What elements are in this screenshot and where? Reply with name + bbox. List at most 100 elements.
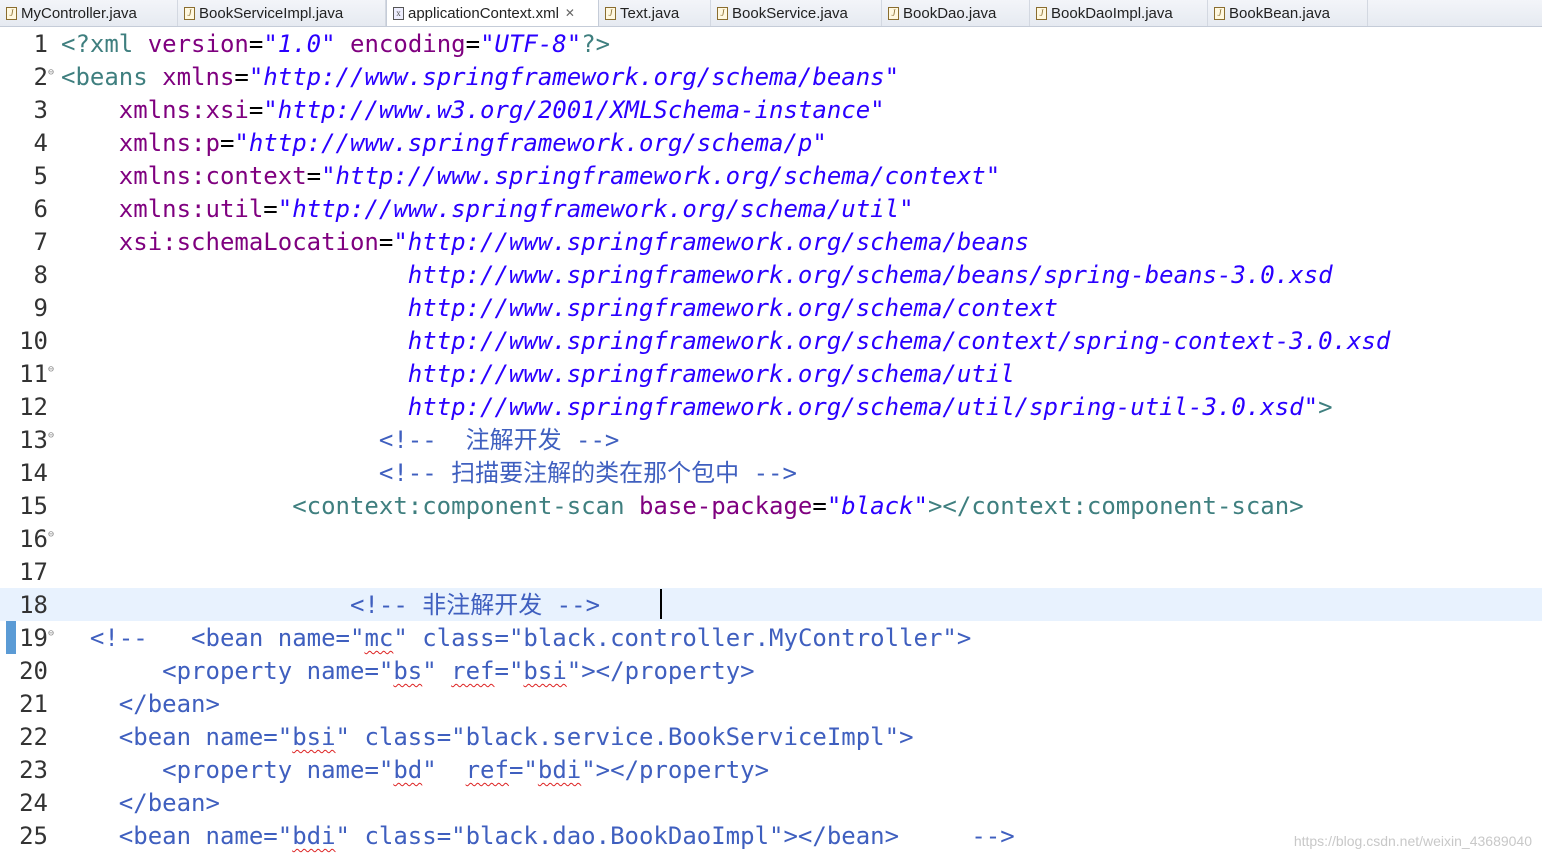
code-line[interactable]: 1 <?xml version="1.0" encoding="UTF-8"?> (0, 27, 1542, 60)
code-token: =" (494, 657, 524, 685)
code-token: bdi (537, 756, 582, 784)
code-line[interactable]: 3 xmlns:xsi="http://www.w3.org/2001/XMLS… (0, 93, 1542, 126)
tab-bookserviceimpl-java[interactable]: J BookServiceImpl.java (178, 0, 386, 26)
code-token: " (422, 657, 452, 685)
code-line[interactable]: 5 xmlns:context="http://www.springframew… (0, 159, 1542, 192)
code-token: = (812, 492, 827, 520)
code-line[interactable]: 13 ⊖ <!-- 注解开发 --> (0, 423, 1542, 456)
code-token: <!-- 非注解开发 --> (349, 591, 601, 619)
code-token: ></context:component-scan> (927, 492, 1304, 520)
code-line[interactable]: 2 ⊖ <beans xmlns="http://www.springframewo… (0, 60, 1542, 93)
tab-bookdaoimpl-java[interactable]: J BookDaoImpl.java (1030, 0, 1208, 26)
fold-toggle-icon[interactable]: ⊖ (48, 430, 54, 441)
code-token: <context:component-scan (292, 492, 639, 520)
code-text: xmlns:xsi="http://www.w3.org/2001/XMLSch… (61, 95, 885, 125)
code-token: </bean> (118, 789, 220, 817)
code-token: <!-- 注解开发 --> (378, 426, 620, 454)
code-text: <beans xmlns="http://www.springframework… (61, 62, 899, 92)
code-line[interactable]: 23 <property name="bd" ref="bdi"></prope… (0, 753, 1542, 786)
code-token: xsi:schemaLocation (118, 228, 379, 256)
code-token: = (248, 96, 264, 124)
tab-bookdao-java[interactable]: J BookDao.java (882, 0, 1030, 26)
tab-applicationcontext-xml[interactable]: x applicationContext.xml ✕ (386, 0, 599, 26)
line-number: 14 (19, 459, 48, 487)
code-line[interactable]: 19 ⊖ <!-- <bean name="mc" class="black.co… (0, 621, 1542, 654)
line-number: 20 (19, 657, 48, 685)
tab-label: BookServiceImpl.java (199, 4, 344, 22)
code-token: ?> (581, 30, 611, 58)
code-token: xmlns (162, 63, 235, 91)
code-line[interactable]: 21 </bean> (0, 687, 1542, 720)
code-line[interactable]: 4 xmlns:p="http://www.springframework.or… (0, 126, 1542, 159)
code-line[interactable]: 18 <!-- 非注解开发 --> (0, 588, 1542, 621)
code-line[interactable]: 14 <!-- 扫描要注解的类在那个包中 --> (0, 456, 1542, 489)
code-token: "http://www.springframework.org/schema/p… (234, 129, 827, 157)
fold-toggle-icon[interactable]: ⊖ (48, 529, 54, 540)
code-token: http://www.springframework.org/schema/co… (407, 327, 1391, 355)
close-tab-icon[interactable]: ✕ (565, 6, 575, 20)
java-file-icon: J (888, 6, 899, 20)
line-number: 15 (19, 492, 48, 520)
code-line[interactable]: 22 <bean name="bsi" class="black.service… (0, 720, 1542, 753)
code-line[interactable]: 12 http://www.springframework.org/schema… (0, 390, 1542, 423)
code-token: "http://www.springframework.org/schema/b… (248, 63, 900, 91)
code-text: </bean> (61, 788, 220, 818)
code-token: <bean name=" (118, 822, 293, 850)
code-token: bs (393, 657, 423, 685)
fold-toggle-icon[interactable]: ⊖ (48, 628, 54, 639)
line-number: 23 (19, 756, 48, 784)
code-token: = (234, 63, 249, 91)
fold-toggle-icon[interactable]: ⊖ (48, 364, 54, 375)
code-line[interactable]: 16 ⊖ (0, 522, 1542, 555)
code-token: "1.0" (263, 30, 336, 58)
tab-label: BookDaoImpl.java (1051, 4, 1173, 22)
code-line[interactable]: 11 ⊖ http://www.springframework.org/schem… (0, 357, 1542, 390)
tab-label: Text.java (620, 4, 680, 22)
code-token: </bean> (118, 690, 220, 718)
code-token: <property name=" (162, 657, 394, 685)
xml-editor[interactable]: 1 <?xml version="1.0" encoding="UTF-8"?> 2… (0, 27, 1542, 857)
code-token: = (378, 228, 394, 256)
line-number: 2 (33, 63, 48, 91)
code-token: <!-- 扫描要注解的类在那个包中 --> (378, 459, 797, 487)
code-token: xmlns:util (118, 195, 264, 223)
line-number: 9 (33, 294, 48, 322)
code-line[interactable]: 24 </bean> (0, 786, 1542, 819)
code-text: xmlns:util="http://www.springframework.o… (61, 194, 914, 224)
tab-text-java[interactable]: J Text.java (599, 0, 711, 26)
code-token: version (147, 30, 249, 58)
tab-bookservice-java[interactable]: J BookService.java (711, 0, 882, 26)
code-token: bd (393, 756, 423, 784)
code-token: xmlns:context (118, 162, 307, 190)
fold-toggle-icon[interactable]: ⊖ (48, 67, 54, 78)
tab-bookbean-java[interactable]: J BookBean.java (1208, 0, 1368, 26)
line-number: 21 (19, 690, 48, 718)
code-line[interactable]: 17 (0, 555, 1542, 588)
code-token: encoding (350, 30, 466, 58)
line-number: 18 (19, 591, 48, 619)
code-line[interactable]: 15 <context:component-scan base-package=… (0, 489, 1542, 522)
code-line[interactable]: 10 http://www.springframework.org/schema… (0, 324, 1542, 357)
java-file-icon: J (605, 6, 616, 20)
code-line[interactable]: 7 xsi:schemaLocation="http://www.springf… (0, 225, 1542, 258)
code-line[interactable]: 6 xmlns:util="http://www.springframework… (0, 192, 1542, 225)
tab-mycontroller-java[interactable]: J MyController.java (0, 0, 178, 26)
code-line[interactable]: 8 http://www.springframework.org/schema/… (0, 258, 1542, 291)
code-line[interactable]: 20 <property name="bs" ref="bsi"></prope… (0, 654, 1542, 687)
tab-label: MyController.java (21, 4, 137, 22)
code-token: = (306, 162, 322, 190)
code-token: "http://www.w3.org/2001/XMLSchema-instan… (263, 96, 885, 124)
code-token: http://www.springframework.org/schema/be… (407, 261, 1333, 289)
line-number: 12 (19, 393, 48, 421)
code-line[interactable]: 9 http://www.springframework.org/schema/… (0, 291, 1542, 324)
code-token: base-package (638, 492, 813, 520)
